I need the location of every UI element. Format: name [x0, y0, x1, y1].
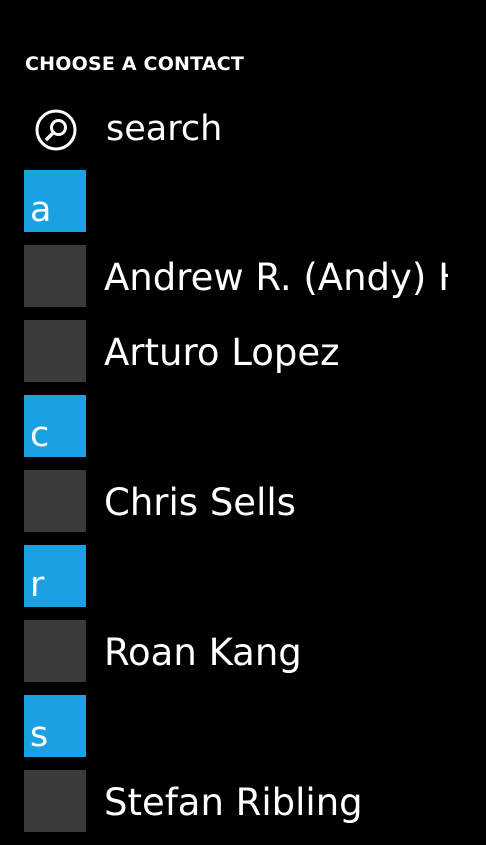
contact-item[interactable]: Arturo Lopez [24, 320, 486, 395]
avatar [24, 320, 86, 382]
contact-item[interactable]: Stefan Ribling [24, 770, 486, 845]
group-letter-tile[interactable]: r [24, 545, 86, 607]
contact-name[interactable]: Stefan Ribling [104, 778, 448, 828]
group-letter-tile[interactable]: c [24, 395, 86, 457]
contact-list: a Andrew R. (Andy) Hill Arturo Lopez c C… [24, 170, 486, 845]
contact-name[interactable]: Arturo Lopez [104, 328, 448, 378]
group-letter-tile[interactable]: a [24, 170, 86, 232]
contact-name[interactable]: Andrew R. (Andy) Hill [104, 253, 448, 303]
avatar [24, 620, 86, 682]
search-row[interactable]: search [24, 104, 464, 154]
group-letter: a [30, 190, 52, 230]
contact-item[interactable]: Chris Sells [24, 470, 486, 545]
avatar [24, 470, 86, 532]
group-letter: s [30, 715, 49, 755]
group-letter-tile[interactable]: s [24, 695, 86, 757]
search-label[interactable]: search [106, 107, 222, 151]
group-header[interactable]: c [24, 395, 486, 470]
group-header[interactable]: r [24, 545, 486, 620]
contact-item[interactable]: Andrew R. (Andy) Hill [24, 245, 486, 320]
group-header[interactable]: a [24, 170, 486, 245]
avatar [24, 770, 86, 832]
group-header[interactable]: s [24, 695, 486, 770]
contact-name[interactable]: Chris Sells [104, 478, 448, 528]
group-letter: r [30, 565, 45, 605]
contact-item[interactable]: Roan Kang [24, 620, 486, 695]
page-title: CHOOSE A CONTACT [25, 53, 245, 75]
contact-name[interactable]: Roan Kang [104, 628, 448, 678]
avatar [24, 245, 86, 307]
group-letter: c [30, 415, 50, 455]
search-icon[interactable] [34, 108, 78, 152]
